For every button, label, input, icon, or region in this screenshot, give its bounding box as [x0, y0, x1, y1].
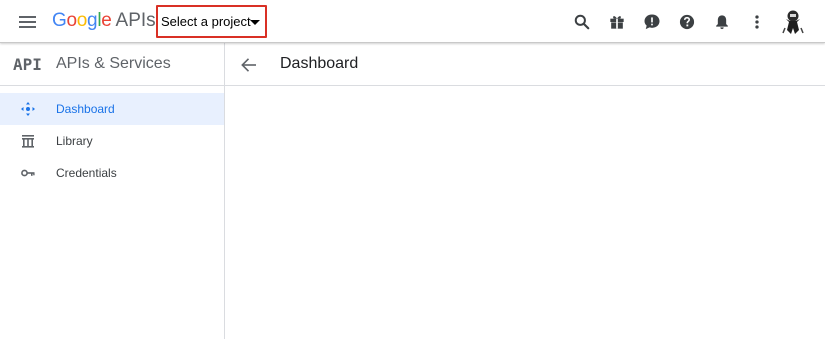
top-app-bar: Google APIs Select a project: [0, 0, 825, 43]
sidebar-title: APIs & Services: [56, 55, 171, 72]
brand-letter: g: [87, 10, 98, 31]
feedback-icon[interactable]: [642, 12, 662, 32]
key-icon: [21, 169, 35, 177]
sidebar: API APIs & Services Dashboard Library Cr…: [0, 43, 225, 339]
project-select-label: Select a project: [161, 14, 251, 29]
dashboard-icon: [21, 102, 35, 116]
help-icon[interactable]: [677, 12, 697, 32]
brand-suffix: APIs: [115, 10, 156, 31]
account-avatar[interactable]: [780, 8, 806, 36]
google-apis-logo[interactable]: Google APIs: [52, 10, 156, 34]
more-vert-icon[interactable]: [747, 12, 767, 32]
page-header: Dashboard: [225, 43, 825, 86]
library-icon: [22, 135, 34, 148]
sidebar-item-library[interactable]: Library: [0, 125, 224, 157]
menu-icon[interactable]: [17, 12, 39, 32]
brand-letter: e: [101, 10, 112, 31]
sidebar-nav: Dashboard Library Credentials: [0, 93, 224, 189]
caret-down-icon: [250, 20, 260, 25]
sidebar-item-credentials[interactable]: Credentials: [0, 157, 224, 189]
search-icon[interactable]: [572, 12, 592, 32]
page-title: Dashboard: [280, 55, 359, 72]
sidebar-item-label: Credentials: [56, 166, 117, 180]
sidebar-item-label: Dashboard: [56, 102, 115, 116]
brand-letter: G: [52, 10, 67, 31]
sidebar-item-dashboard[interactable]: Dashboard: [0, 93, 224, 125]
sidebar-header: API APIs & Services: [0, 43, 224, 86]
arrow-back-icon[interactable]: [239, 55, 259, 75]
brand-letter: o: [76, 10, 88, 31]
api-logo-icon: API: [13, 55, 42, 74]
main-content: [225, 86, 825, 339]
gift-icon[interactable]: [607, 12, 627, 32]
notifications-icon[interactable]: [712, 12, 732, 32]
brand-letter: o: [66, 10, 77, 31]
brand-google: Google: [52, 10, 112, 32]
project-selector[interactable]: Select a project: [156, 5, 267, 38]
sidebar-item-label: Library: [56, 134, 93, 148]
